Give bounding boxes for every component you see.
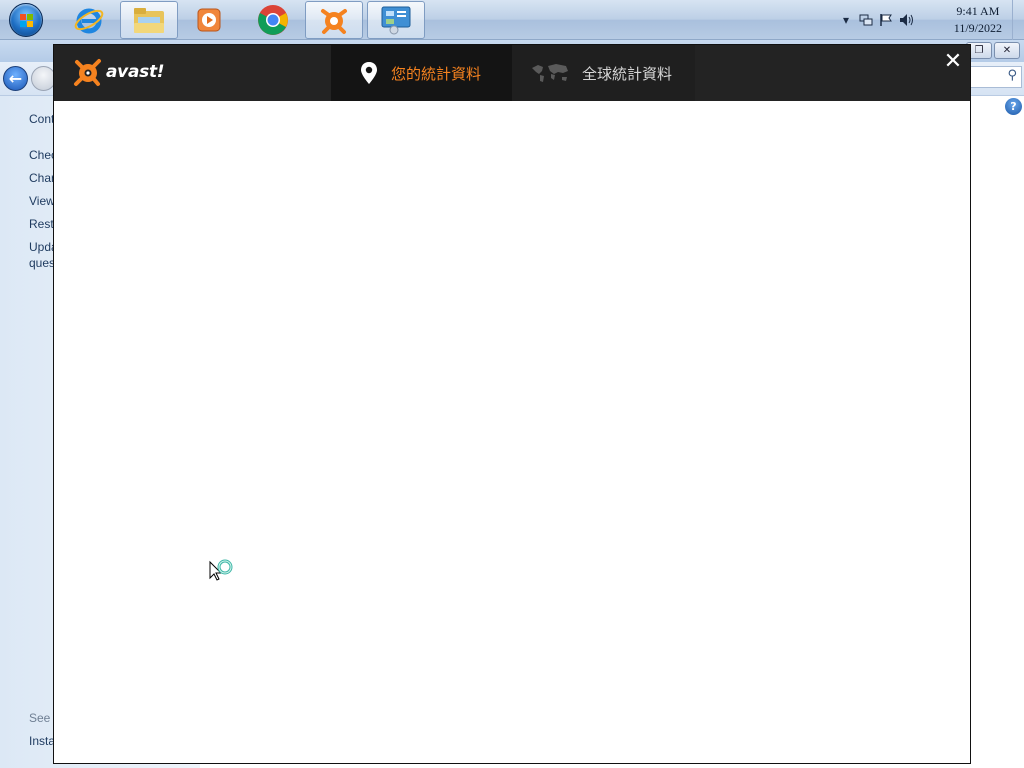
- link-questions[interactable]: ques: [29, 256, 55, 270]
- network-icon[interactable]: [859, 13, 873, 27]
- chrome-icon: [258, 5, 288, 35]
- tab-your-statistics[interactable]: 您的統計資料: [331, 45, 512, 101]
- folder-icon: [134, 8, 164, 33]
- tab-global-statistics[interactable]: 全球統計資料: [512, 45, 695, 101]
- close-icon[interactable]: ✕: [942, 51, 964, 73]
- system-clock[interactable]: 9:41 AM 11/9/2022: [954, 3, 1002, 37]
- avast-icon: [321, 9, 347, 34]
- busy-cursor-icon: [209, 559, 233, 581]
- link-control-panel-home[interactable]: Cont: [29, 112, 54, 126]
- volume-icon[interactable]: [899, 13, 915, 27]
- window-close-button[interactable]: ✕: [994, 42, 1020, 59]
- tab-your-statistics-label: 您的統計資料: [391, 64, 482, 83]
- statistics-content-area: [54, 101, 970, 763]
- search-icon: ⚲: [1007, 68, 1017, 83]
- show-hidden-icons-icon[interactable]: ▾: [843, 13, 849, 27]
- world-map-icon: [532, 64, 568, 82]
- internet-explorer-icon: [74, 8, 104, 34]
- back-arrow-icon[interactable]: ←: [3, 66, 28, 91]
- avast-logo: avast!: [72, 57, 165, 87]
- location-pin-icon: [361, 62, 377, 84]
- taskbar-windows-explorer[interactable]: [120, 1, 178, 39]
- taskbar-internet-explorer[interactable]: [60, 1, 118, 39]
- taskbar-media-player[interactable]: [180, 1, 238, 39]
- clock-time: 9:41 AM: [956, 4, 1000, 18]
- control-panel-icon: [381, 6, 411, 35]
- avast-wordmark: avast!: [106, 62, 165, 82]
- avast-header: avast! 您的統計資料 全球統計資料 ✕: [54, 45, 970, 101]
- taskbar-control-panel[interactable]: [367, 1, 425, 39]
- start-button[interactable]: [6, 2, 46, 38]
- media-player-icon: [197, 8, 221, 32]
- avast-statistics-window: avast! 您的統計資料 全球統計資料 ✕: [53, 44, 971, 764]
- taskbar-avast[interactable]: [305, 1, 363, 39]
- windows-logo-icon: [9, 3, 43, 37]
- help-icon[interactable]: ?: [1005, 98, 1022, 115]
- taskbar-chrome[interactable]: [244, 1, 302, 39]
- taskbar: ▾ 9:41 AM 11/9/2022: [0, 0, 1024, 40]
- show-desktop-button[interactable]: [1012, 0, 1024, 40]
- link-change[interactable]: Char: [29, 171, 55, 185]
- action-center-flag-icon[interactable]: [879, 13, 893, 27]
- avast-logo-icon: [74, 59, 101, 86]
- link-installed[interactable]: Insta: [29, 734, 55, 748]
- clock-date: 11/9/2022: [953, 21, 1002, 35]
- link-view[interactable]: View: [29, 194, 55, 208]
- tab-global-statistics-label: 全球統計資料: [582, 64, 673, 83]
- search-input[interactable]: ⚲: [970, 66, 1022, 88]
